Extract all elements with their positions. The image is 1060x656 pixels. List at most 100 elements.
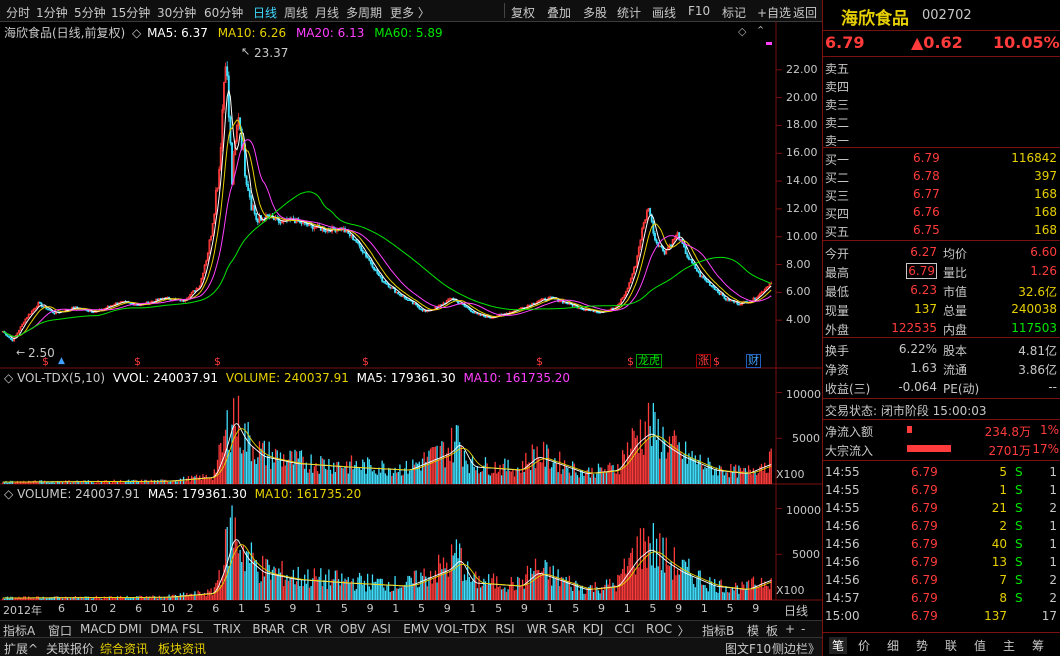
vol-axis-label: 10000 — [786, 388, 821, 401]
back-button[interactable]: 返回 — [793, 4, 817, 21]
sector-news-tab[interactable]: 板块资讯 — [158, 640, 206, 656]
period-tab-weekly[interactable]: 周线 — [284, 4, 308, 21]
volume-bar — [689, 573, 692, 600]
indicator-tab[interactable]: WR — [527, 622, 547, 636]
period-tab-1min[interactable]: 1分钟 — [36, 4, 68, 21]
indicator-tab[interactable]: BRAR — [252, 622, 285, 636]
fuquan-button[interactable]: 复权 — [511, 4, 535, 21]
panel-tab[interactable]: 笔 — [829, 637, 848, 654]
indicator-tab[interactable]: VR — [316, 622, 333, 636]
period-tab-15min[interactable]: 15分钟 — [111, 4, 150, 21]
volume-bar — [665, 458, 667, 484]
period-tab-monthly[interactable]: 月线 — [315, 4, 339, 21]
add-watchlist-button[interactable]: +自选 — [757, 4, 791, 21]
event-marker[interactable]: $ — [713, 355, 720, 368]
ask-row[interactable]: 卖五 — [823, 58, 1060, 76]
indicator-tab[interactable]: OBV — [340, 622, 366, 636]
candle-body — [566, 302, 569, 305]
stat-label: 市值 — [943, 285, 968, 299]
indicator-tab[interactable]: + — [785, 622, 795, 636]
indicator-tab[interactable]: FSL — [182, 622, 203, 636]
indicator-tab[interactable]: EMV — [403, 622, 429, 636]
indicator-tab[interactable]: DMI — [119, 622, 142, 636]
related-quote-tab[interactable]: 关联报价 — [46, 640, 94, 656]
event-marker[interactable]: $ — [42, 355, 49, 368]
indicator-tab[interactable]: SAR — [551, 622, 575, 636]
indicator-tab[interactable]: DMA — [150, 622, 178, 636]
event-marker[interactable]: $ — [627, 355, 634, 368]
cai-marker[interactable]: 财 — [746, 354, 761, 368]
ma-dropdown-icon[interactable]: ◇ — [132, 26, 141, 40]
indicator-tab[interactable]: CR — [291, 622, 308, 636]
volume-bar — [224, 429, 227, 484]
indicator-tab[interactable]: ASI — [372, 622, 391, 636]
panel-tab[interactable]: 联 — [945, 637, 957, 654]
period-tab-fenshi[interactable]: 分时 — [6, 4, 30, 21]
chart-settings-diamond-icon[interactable]: ◇ — [738, 25, 746, 38]
event-marker-triangle-icon[interactable]: ▲ — [58, 356, 65, 366]
kline-chart-area[interactable]: 海欣食品(日线,前复权) ◇ MA5: 6.37 MA10: 6.26 MA20… — [0, 22, 822, 620]
ask-row[interactable]: 卖四 — [823, 76, 1060, 94]
volume-bar — [342, 468, 345, 484]
bid-row[interactable]: 买三 6.77 168 — [823, 185, 1060, 203]
panel-tab[interactable]: 价 — [858, 637, 870, 654]
volume-bar — [620, 573, 622, 600]
longhu-marker[interactable]: 龙虎 — [636, 354, 662, 368]
f10-button[interactable]: F10 — [688, 4, 710, 18]
draw-line-button[interactable]: 画线 — [652, 4, 676, 21]
event-marker[interactable]: $ — [362, 355, 369, 368]
indicator-tab[interactable]: KDJ — [583, 622, 604, 636]
volume-bar — [657, 566, 659, 600]
volume-bar — [592, 474, 595, 484]
volume-bar — [339, 466, 341, 484]
period-tab-more[interactable]: 更多 〉 — [390, 4, 430, 21]
indicator-tab[interactable]: - — [801, 622, 805, 636]
period-tab-30min[interactable]: 30分钟 — [157, 4, 196, 21]
news-tab[interactable]: 综合资讯 — [100, 640, 148, 656]
event-marker[interactable]: $ — [134, 355, 141, 368]
bid-row[interactable]: 买二 6.78 397 — [823, 167, 1060, 185]
period-tab-60min[interactable]: 60分钟 — [204, 4, 243, 21]
indicator-tab[interactable]: TRIX — [214, 622, 241, 636]
ask-row[interactable]: 卖一 — [823, 130, 1060, 148]
volume-bar — [268, 441, 270, 484]
ask-row[interactable]: 卖二 — [823, 112, 1060, 130]
bid-row[interactable]: 买五 6.75 168 — [823, 221, 1060, 239]
mark-button[interactable]: 标记 — [722, 4, 746, 21]
sidebar-toggle[interactable]: 侧边栏》 — [772, 640, 820, 656]
event-marker[interactable]: $ — [214, 355, 221, 368]
period-tab-daily[interactable]: 日线 — [253, 4, 277, 21]
ask-row[interactable]: 卖三 — [823, 94, 1060, 112]
overlay-button[interactable]: 叠加 — [547, 4, 571, 21]
chart-collapse-icon[interactable]: ⌃ — [756, 24, 765, 37]
indicator-tab[interactable]: CCI — [614, 622, 634, 636]
bid-row[interactable]: 买一 6.79 116842 — [823, 149, 1060, 167]
panel-tab[interactable]: 值 — [974, 637, 986, 654]
event-marker[interactable]: $ — [536, 355, 543, 368]
f10-graphic-tab[interactable]: 图文F10 — [725, 640, 771, 656]
period-tab-multi[interactable]: 多周期 — [346, 4, 382, 21]
candle-body — [754, 297, 757, 300]
panel-tab[interactable]: 主 — [1003, 637, 1015, 654]
indicator-tab[interactable]: MACD — [80, 622, 116, 636]
expand-tab[interactable]: 扩展^ — [4, 640, 38, 656]
statistics-button[interactable]: 统计 — [617, 4, 641, 21]
panel-tab[interactable]: 筹 — [1032, 637, 1044, 654]
indicator-tab[interactable]: VOL-TDX — [435, 622, 487, 636]
tick-volume: 21 — [991, 501, 1007, 515]
volume-bar — [325, 468, 327, 484]
period-tab-5min[interactable]: 5分钟 — [74, 4, 106, 21]
bid-row[interactable]: 买四 6.76 168 — [823, 203, 1060, 221]
panel-tab[interactable]: 细 — [887, 637, 899, 654]
stat-value: 122535 — [891, 321, 937, 335]
vol-tdx-label[interactable]: VOL-TDX(5,10) — [17, 371, 105, 385]
vol-tdx-collapse-icon[interactable]: ◇ — [4, 371, 13, 385]
volume-collapse-icon[interactable]: ◇ — [4, 487, 13, 501]
indicator-tab[interactable]: ROC — [646, 622, 672, 636]
trade-status: 交易状态: 闭市阶段 15:00:03 — [825, 404, 987, 418]
multi-stock-button[interactable]: 多股 — [583, 4, 607, 21]
panel-tab[interactable]: 势 — [916, 637, 928, 654]
volume-bar — [400, 475, 403, 484]
indicator-tab[interactable]: RSI — [495, 622, 515, 636]
zhang-marker[interactable]: 涨 — [696, 354, 711, 368]
